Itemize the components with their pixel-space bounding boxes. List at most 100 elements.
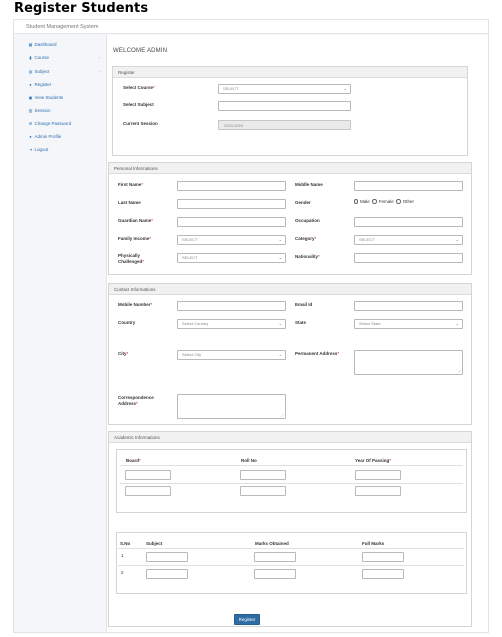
mobile-label: Mobile Number* — [118, 302, 153, 307]
subject-input-row-1[interactable] — [146, 552, 188, 562]
dashboard-icon: ▦ — [28, 42, 33, 47]
first-name-input[interactable] — [177, 181, 286, 191]
chevron-down-icon: ⌄ — [278, 255, 282, 260]
sidebar-item-subject[interactable]: ▤ Subject ‹ — [28, 67, 100, 76]
education-table — [116, 449, 467, 513]
marks-table — [116, 532, 467, 594]
year-input-row-2[interactable] — [355, 486, 401, 496]
sidebar-item-label: Session — [34, 108, 51, 113]
column-header-subject: Subject — [146, 541, 163, 546]
physically-challenged-select[interactable]: SELECT ⌄ — [177, 253, 286, 263]
country-label: Country — [118, 320, 136, 325]
nationality-input[interactable] — [354, 253, 463, 263]
email-label: Email Id — [295, 302, 313, 307]
city-select[interactable]: Select City ⌄ — [177, 350, 286, 360]
table-divider — [118, 565, 464, 566]
family-income-select[interactable]: SELECT ⌄ — [177, 235, 286, 245]
nationality-label: Nationality* — [295, 254, 320, 259]
middle-name-label: Middle Name — [295, 182, 323, 187]
roll-no-input-row-2[interactable] — [240, 486, 286, 496]
column-header-sno: S.No — [120, 541, 131, 546]
permanent-address-textarea[interactable]: ⟋ — [354, 350, 463, 375]
column-header-roll-no: Roll No — [241, 458, 257, 463]
board-input-row-2[interactable] — [125, 486, 171, 496]
sidebar-item-logout[interactable]: ⇥ Logout — [28, 145, 100, 154]
panel-title: Register — [113, 67, 467, 78]
sidebar-item-dashboard[interactable]: ▦ Dashboard — [28, 40, 100, 49]
sidebar-item-label: Subject — [34, 69, 50, 74]
brand-title[interactable]: Student Management System — [26, 24, 98, 30]
subject-input-row-2[interactable] — [146, 569, 188, 579]
roll-no-input-row-1[interactable] — [240, 470, 286, 480]
sidebar-item-view-students[interactable]: ▣ View Students — [28, 93, 100, 102]
sidebar-item-label: Course — [34, 55, 50, 60]
welcome-text: WELCOME ADMIN — [113, 48, 168, 54]
category-label: Category* — [295, 236, 317, 241]
gender-other-radio[interactable] — [396, 199, 401, 204]
sidebar-item-register[interactable]: ● Register — [28, 80, 100, 89]
sidebar-item-admin-profile[interactable]: ● Admin Profile — [28, 132, 100, 141]
sidebar-item-label: Change Password — [34, 121, 72, 126]
subject-input[interactable] — [218, 101, 351, 111]
sidebar-item-label: View Students — [34, 95, 64, 100]
session-label: Current Session — [123, 121, 158, 126]
family-income-label: Family Income* — [118, 236, 152, 241]
panel-title: Academic Informations — [109, 432, 471, 443]
column-header-board: Board* — [126, 458, 141, 463]
column-header-full-marks: Full Marks — [362, 541, 385, 546]
city-label: City* — [118, 351, 129, 356]
chevron-down-icon: ⌄ — [278, 352, 282, 357]
last-name-input[interactable] — [177, 199, 286, 209]
column-header-marks-obtained: Marks Obtained — [255, 541, 289, 546]
middle-name-input[interactable] — [354, 181, 463, 191]
sidebar-item-label: Dashboard — [34, 42, 57, 47]
board-input-row-1[interactable] — [125, 470, 171, 480]
panel-title: Contact Informations — [109, 284, 471, 295]
full-marks-input-row-2[interactable] — [362, 569, 404, 579]
year-input-row-1[interactable] — [355, 470, 401, 480]
sidebar-item-session[interactable]: ▥ Session — [28, 106, 100, 115]
mobile-input[interactable] — [177, 301, 286, 311]
sidebar-item-course[interactable]: ▮ Course ‹ — [28, 53, 100, 62]
occupation-label: Occupation — [295, 218, 320, 223]
marks-obtained-input-row-2[interactable] — [254, 569, 296, 579]
gender-label: Gender — [295, 200, 311, 205]
category-select[interactable]: SELECT ⌄ — [354, 235, 463, 245]
session-field: 2023-2024 — [218, 120, 351, 130]
chevron-down-icon: ⌄ — [343, 86, 347, 91]
register-panel: Register — [112, 66, 468, 156]
correspondence-address-textarea[interactable]: ⟋ — [177, 394, 286, 419]
panel-title: Personal Informations — [109, 163, 471, 174]
physically-challenged-label: Physically Challenged* — [118, 253, 145, 264]
gear-icon: ⚙ — [28, 121, 33, 126]
chevron-left-icon: ‹ — [98, 55, 100, 60]
occupation-input[interactable] — [354, 217, 463, 227]
page-heading: Register Students — [14, 1, 149, 16]
email-input[interactable] — [354, 301, 463, 311]
state-label: State — [295, 320, 307, 325]
resize-handle-icon: ⟋ — [458, 369, 461, 374]
gender-male-radio[interactable] — [353, 199, 358, 204]
state-select[interactable]: Select State ⌄ — [354, 319, 463, 329]
chevron-down-icon: ⌄ — [278, 321, 282, 326]
table-divider — [118, 548, 464, 549]
register-submit-button[interactable]: Register — [234, 614, 260, 625]
course-select[interactable]: SELECT ⌄ — [218, 84, 351, 94]
guardian-name-label: Guardian Name* — [118, 218, 154, 223]
row-number: 1 — [121, 553, 124, 558]
chevron-down-icon: ⌄ — [455, 237, 459, 242]
country-select[interactable]: Select Country ⌄ — [177, 319, 286, 329]
full-marks-input-row-1[interactable] — [362, 552, 404, 562]
sidebar: ▦ Dashboard ▮ Course ‹ ▤ Subject ‹ ● Register ▣ Vie… — [14, 35, 107, 632]
row-number: 2 — [121, 570, 124, 575]
sidebar-item-label: Register — [34, 82, 52, 87]
marks-obtained-input-row-1[interactable] — [254, 552, 296, 562]
gender-female-radio[interactable] — [372, 199, 377, 204]
sidebar-item-change-password[interactable]: ⚙ Change Password — [28, 119, 100, 128]
resize-handle-icon: ⟋ — [281, 413, 284, 418]
guardian-name-input[interactable] — [177, 217, 286, 227]
subject-label: Select Subject — [123, 102, 154, 107]
correspondence-address-label: Correspondence Address* — [118, 395, 154, 406]
user-icon: ● — [29, 134, 32, 139]
chevron-left-icon: ‹ — [98, 69, 100, 74]
